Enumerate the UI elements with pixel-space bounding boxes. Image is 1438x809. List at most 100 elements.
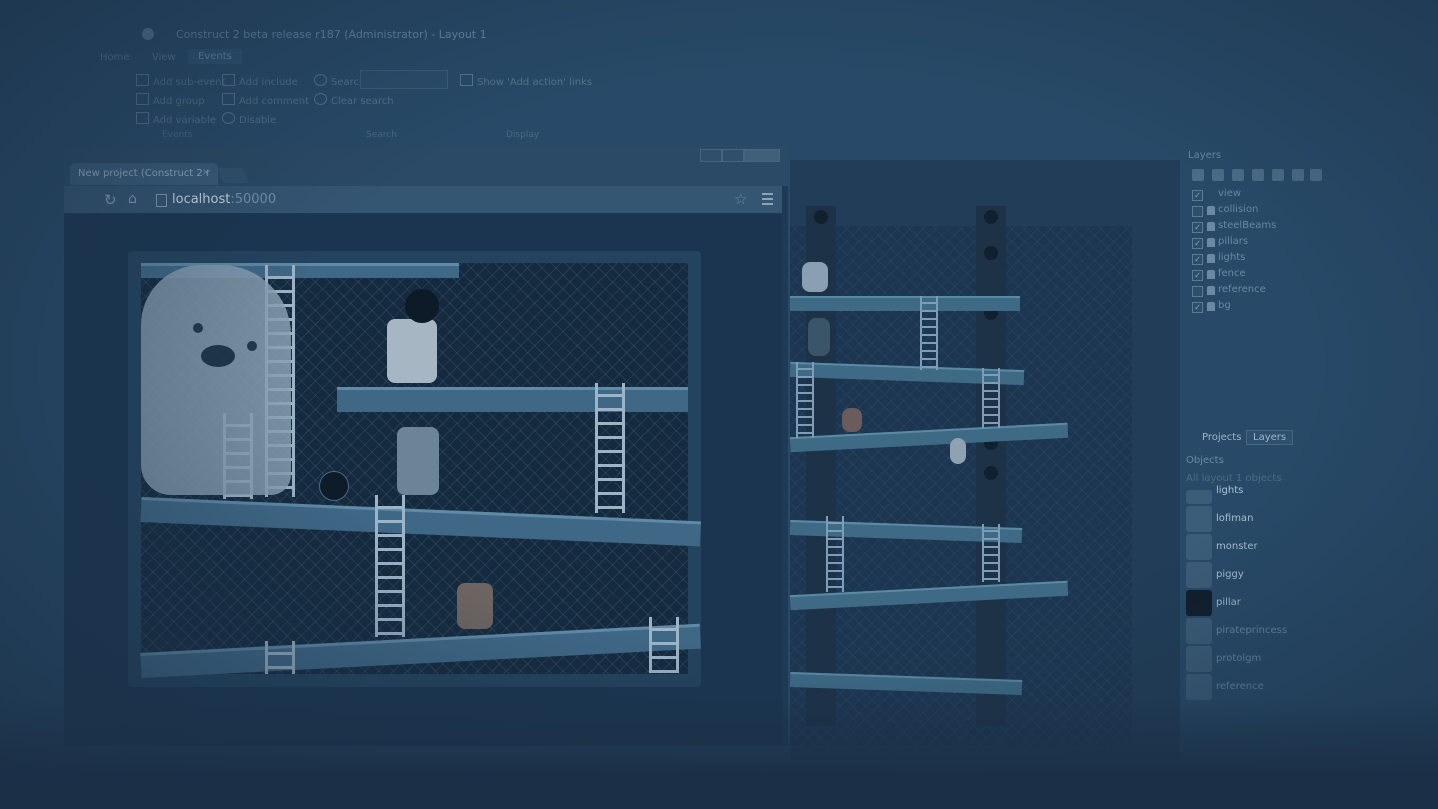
- show-add-action-links-checkbox[interactable]: Show 'Add action' links: [460, 74, 592, 88]
- pillar-hole: [984, 246, 998, 260]
- maximize-button[interactable]: [722, 149, 744, 162]
- monster-eye: [193, 323, 203, 333]
- add-include-button[interactable]: Add include: [222, 74, 298, 88]
- address-port: :50000: [230, 192, 277, 207]
- checkbox-icon: [460, 74, 473, 86]
- player-sprite: [397, 427, 439, 495]
- menu-events[interactable]: Events: [188, 49, 242, 64]
- layer-visible-checkbox[interactable]: ✓: [1192, 254, 1203, 265]
- add-variable-button[interactable]: Add variable: [136, 112, 216, 126]
- layers-panel: Layers ✓ view collision ✓ steelBeams ✓ pill…: [1180, 146, 1438, 446]
- minimize-button[interactable]: [700, 149, 722, 162]
- object-item[interactable]: piggy: [1186, 562, 1426, 590]
- add-comment-button[interactable]: Add comment: [222, 93, 309, 107]
- player-sprite: [808, 318, 830, 356]
- search-button[interactable]: Search: [314, 74, 365, 88]
- object-item[interactable]: reference: [1186, 674, 1426, 702]
- lock-icon: [1207, 286, 1215, 295]
- layers-panel-title: Layers: [1188, 150, 1222, 161]
- add-group-button[interactable]: Add group: [136, 93, 205, 107]
- layer-row[interactable]: reference: [1192, 284, 1392, 299]
- layer-row[interactable]: ✓ fence: [1192, 268, 1392, 283]
- tab-layers[interactable]: Layers: [1246, 430, 1294, 445]
- browser-tab-title: New project (Construct 2 r: [78, 168, 211, 179]
- add-layer-icon[interactable]: [1192, 169, 1204, 181]
- events-ribbon: Add sub-event Add group Add variable Add…: [60, 68, 1170, 146]
- layer-row[interactable]: ✓ pillars: [1192, 236, 1392, 251]
- lock-icon: [1207, 206, 1215, 215]
- lofiman-thumbnail: [1186, 506, 1212, 532]
- layer-row[interactable]: ✓ lights: [1192, 252, 1392, 267]
- layer-visible-checkbox[interactable]: [1192, 206, 1203, 217]
- ribbon-search-input[interactable]: [360, 70, 448, 89]
- bookmark-star-icon[interactable]: ☆: [734, 190, 747, 208]
- layer-row[interactable]: ✓ view: [1192, 188, 1392, 203]
- object-item[interactable]: lofiman: [1186, 506, 1426, 534]
- browser-menu-icon[interactable]: [762, 193, 773, 208]
- ladder-sprite: [796, 362, 814, 438]
- steel-beam: [337, 387, 688, 412]
- object-item[interactable]: pillar: [1186, 590, 1426, 618]
- piggy-thumbnail: [1186, 562, 1212, 588]
- construct-logo-icon: [142, 28, 154, 40]
- monster-sprite: [141, 265, 291, 495]
- layer-visible-checkbox[interactable]: ✓: [1192, 302, 1203, 313]
- piggy-sprite: [950, 438, 966, 464]
- ladder-sprite: [826, 516, 844, 592]
- menu-home[interactable]: Home: [100, 52, 130, 63]
- reload-icon[interactable]: ↻: [104, 191, 117, 209]
- disable-button[interactable]: Disable: [222, 112, 276, 126]
- object-item[interactable]: protolgm: [1186, 646, 1426, 674]
- close-window-button[interactable]: [744, 149, 780, 162]
- layer-row[interactable]: ✓ bg: [1192, 300, 1392, 315]
- editor-titlebar: Construct 2 beta release r187 (Administr…: [0, 22, 1438, 46]
- sub-event-icon: [136, 74, 149, 86]
- pillar-hole: [984, 210, 998, 224]
- pillar-sprite: [976, 206, 1006, 726]
- reference-thumbnail: [1186, 674, 1212, 700]
- panel-tabs: Projects Layers: [1180, 429, 1438, 447]
- ribbon-group-search: Search: [366, 130, 397, 140]
- layer-visible-checkbox[interactable]: ✓: [1192, 190, 1203, 201]
- pillar-thumbnail: [1186, 590, 1212, 616]
- tab-projects[interactable]: Projects: [1202, 432, 1241, 443]
- menu-view[interactable]: View: [152, 52, 176, 63]
- layer-visible-checkbox[interactable]: ✓: [1192, 238, 1203, 249]
- steel-beam: [140, 623, 701, 678]
- layer-visible-checkbox[interactable]: [1192, 286, 1203, 297]
- layer-row[interactable]: collision: [1192, 204, 1392, 219]
- add-sub-event-button[interactable]: Add sub-event: [136, 74, 226, 88]
- disable-icon: [222, 112, 235, 124]
- ribbon-group-display: Display: [506, 130, 540, 140]
- object-item[interactable]: pirateprincess: [1186, 618, 1426, 646]
- ladder-sprite: [982, 368, 1000, 428]
- piggy-sprite: [387, 319, 437, 383]
- monster-mouth: [201, 345, 235, 367]
- pillar-hole: [405, 289, 439, 323]
- ribbon-group-events: Events: [162, 130, 193, 140]
- layer-visibility-icon[interactable]: [1212, 169, 1224, 181]
- move-layer-up-icon[interactable]: [1292, 169, 1304, 181]
- layer-row[interactable]: ✓ steelBeams: [1192, 220, 1392, 235]
- ladder-sprite: [649, 617, 679, 673]
- lock-icon: [1207, 238, 1215, 247]
- move-layer-down-icon[interactable]: [1310, 169, 1322, 181]
- pirate-sprite: [842, 408, 862, 432]
- browser-tab[interactable]: New project (Construct 2 r ×: [70, 163, 218, 185]
- clear-search-button[interactable]: Clear search: [314, 93, 394, 107]
- object-item[interactable]: monster: [1186, 534, 1426, 562]
- lock-icon: [1207, 254, 1215, 263]
- address-bar[interactable]: localhost:50000: [150, 190, 776, 210]
- layer-visible-checkbox[interactable]: ✓: [1192, 222, 1203, 233]
- home-icon[interactable]: ⌂: [128, 191, 137, 207]
- delete-layer-icon[interactable]: [1272, 169, 1284, 181]
- new-tab-button[interactable]: [217, 168, 249, 183]
- edit-layer-icon[interactable]: [1252, 169, 1264, 181]
- editor-window-title: Construct 2 beta release r187 (Administr…: [176, 28, 487, 41]
- close-tab-icon[interactable]: ×: [202, 167, 210, 178]
- layer-visible-checkbox[interactable]: ✓: [1192, 270, 1203, 281]
- protolgm-thumbnail: [1186, 646, 1212, 672]
- lights-thumbnail: [1186, 490, 1212, 504]
- monster-sprite: [802, 262, 828, 292]
- layer-lock-icon[interactable]: [1232, 169, 1244, 181]
